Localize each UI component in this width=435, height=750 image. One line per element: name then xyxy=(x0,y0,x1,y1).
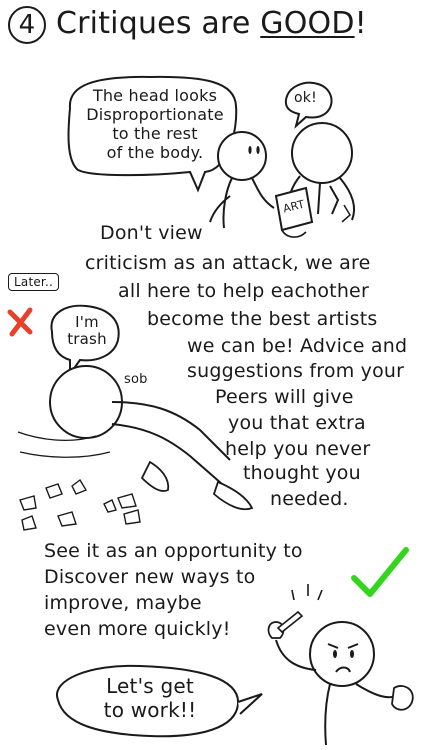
determined-artist-illustration xyxy=(55,584,414,746)
work-line-1: Let's get xyxy=(106,674,194,698)
work-bubble-text: Let's get to work!! xyxy=(70,674,230,722)
work-line-2: to work!! xyxy=(103,698,197,722)
